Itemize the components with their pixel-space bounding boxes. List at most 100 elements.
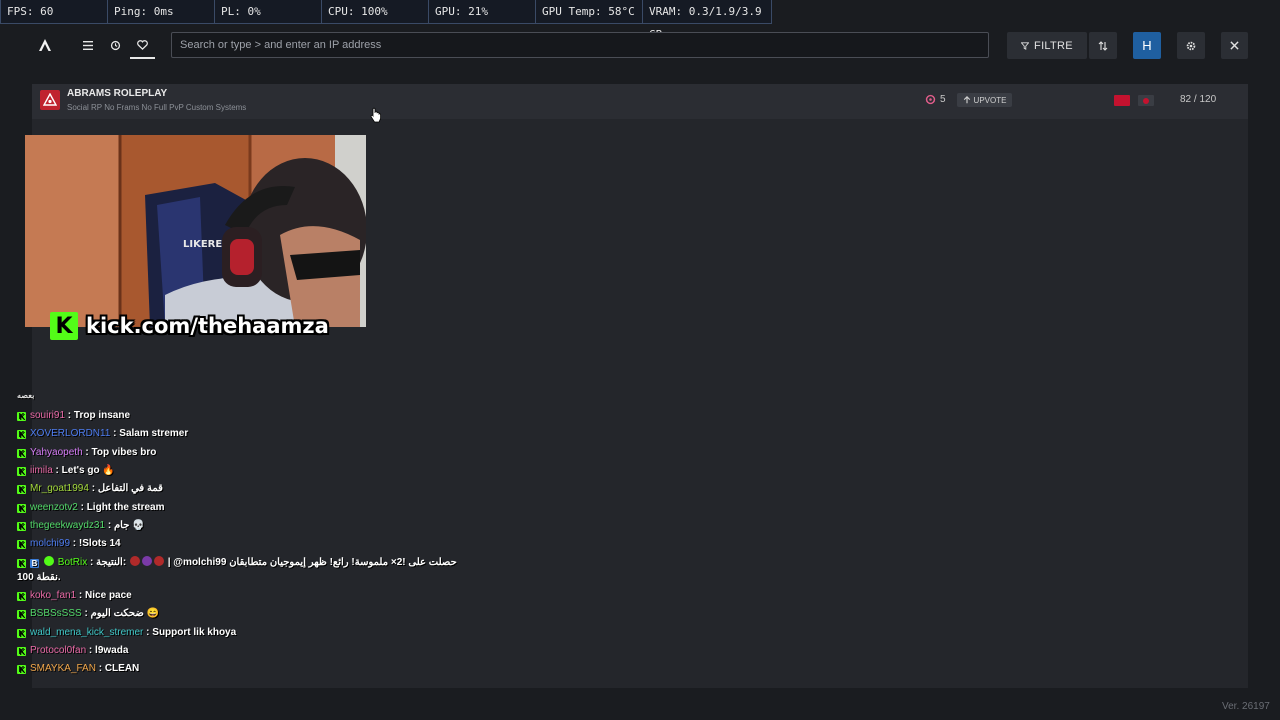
upvote-label: UPVOTE — [973, 95, 1007, 105]
cpu-readout: CPU: 100% — [322, 0, 429, 23]
chat-text: : !Slots 14 — [70, 538, 121, 549]
kick-badge-icon: K — [17, 629, 26, 638]
server-name: ABRAMS ROLEPLAY — [67, 88, 168, 99]
arrow-up-icon — [963, 96, 970, 104]
chat-text: : ضحكت اليوم 😄 — [81, 608, 160, 619]
kick-logo-icon: K — [50, 312, 78, 340]
stream-url-banner: K kick.com/thehaamza — [50, 308, 329, 344]
ping-readout: Ping: 0ms — [108, 0, 215, 23]
gpu-temp-readout: GPU Temp: 58°C — [536, 0, 643, 23]
chat-text: : Top vibes bro — [82, 447, 157, 458]
vram-readout: VRAM: 0.3/1.9/3.9 GB — [649, 5, 762, 41]
chat-message: Kmolchi99 : !Slots 14 — [17, 537, 121, 550]
mouse-cursor-icon — [370, 107, 382, 128]
vote-count-value: 5 — [940, 94, 946, 105]
chat-username: Yahyaopeth — [30, 447, 83, 458]
chat-text: : CLEAN — [95, 663, 140, 674]
kick-badge-icon: K — [17, 522, 26, 531]
sort-button[interactable] — [1089, 32, 1117, 59]
kick-badge-icon: K — [17, 449, 26, 458]
fps-readout: FPS: 60 — [1, 0, 108, 23]
chat-message: K BSBSsSSS : ضحكت اليوم 😄 — [17, 607, 159, 620]
chat-message: Ksouiri91 : Trop insane — [17, 409, 130, 422]
vote-count: 5 — [925, 94, 946, 105]
chat-message: Kiimila : Let's go 🔥 — [17, 464, 115, 477]
locale-flag-icon — [1138, 95, 1154, 106]
chat-text: : جام 💀 — [105, 520, 145, 531]
chat-text: : Nice pace — [76, 590, 132, 601]
emote-icon — [129, 556, 140, 566]
kick-badge-icon: K — [17, 610, 26, 619]
menu-icon[interactable] — [80, 37, 96, 53]
server-row[interactable] — [32, 84, 1248, 119]
server-logo-icon — [40, 90, 60, 110]
emote-icon — [153, 556, 164, 566]
favorites-icon[interactable] — [134, 37, 150, 53]
chat-message-bot: KB BotRix : النتيجة: | @molchi99 حصلت عل… — [17, 556, 457, 569]
user-avatar-button[interactable]: H — [1133, 32, 1161, 59]
chat-message: Kwald_mena_kick_stremer : Support lik kh… — [17, 626, 236, 639]
kick-badge-icon: K — [17, 592, 26, 601]
active-tab-indicator — [130, 57, 155, 59]
emote-icon — [141, 556, 152, 566]
packet-loss-readout: PL: 0% — [215, 0, 322, 23]
chat-text: : Light the stream — [77, 502, 165, 513]
bot-badge-icon: B — [30, 559, 39, 568]
close-button[interactable] — [1221, 32, 1248, 59]
chat-text: : Salam stremer — [110, 428, 189, 439]
server-description: Social RP No Frams No Full PvP Custom Sy… — [67, 103, 247, 112]
webcam-image: LIKEREGAL — [25, 135, 366, 327]
kick-badge-icon: K — [17, 504, 26, 513]
history-icon[interactable] — [107, 37, 123, 53]
close-icon — [1230, 41, 1239, 50]
kick-badge-icon: K — [17, 559, 26, 568]
chat-message-wrap: 100 نقطة. — [17, 572, 61, 583]
chat-text: : l9wada — [86, 645, 129, 656]
chat-username: thegeekwaydz31 — [30, 520, 106, 531]
gpu-readout: GPU: 21% — [429, 0, 536, 23]
kick-badge-icon: K — [17, 665, 26, 674]
settings-button[interactable] — [1177, 32, 1205, 59]
stream-url-text: kick.com/thehaamza — [86, 314, 329, 338]
chat-text: : Let's go 🔥 — [52, 465, 115, 476]
chat-username: iimila — [30, 465, 53, 476]
filter-button[interactable]: FILTRE — [1007, 32, 1087, 59]
flag-icon — [1114, 95, 1130, 106]
kick-badge-icon: K — [17, 647, 26, 656]
chat-text: : قمة في التفاعل — [88, 483, 163, 494]
chat-username: BSBSsSSS — [30, 608, 82, 619]
chat-text: : Support lik khoya — [143, 627, 237, 638]
chat-message: Kweenzotv2 : Light the stream — [17, 501, 165, 514]
chat-message: K Mr_goat1994 : قمة في التفاعل — [17, 482, 163, 495]
webcam-overlay: LIKEREGAL — [25, 135, 366, 327]
chat-message: Kkoko_fan1 : Nice pace — [17, 589, 132, 602]
chat-username: koko_fan1 — [30, 590, 77, 601]
chat-username: weenzotv2 — [30, 502, 78, 513]
chat-message: K XOVERLORDN11 : Salam stremer — [17, 427, 188, 440]
verified-icon — [44, 556, 54, 566]
chat-message: Kthegeekwaydz31 : جام 💀 — [17, 519, 145, 532]
filter-icon — [1021, 41, 1030, 50]
search-input[interactable]: Search or type > and enter an IP address — [171, 32, 989, 58]
app-logo-icon[interactable] — [36, 36, 54, 54]
kick-badge-icon: K — [17, 485, 26, 494]
chat-message: K Yahyaopeth : Top vibes bro — [17, 446, 156, 459]
chat-username: XOVERLORDN11 — [30, 428, 111, 439]
chat-username: BotRix — [57, 557, 88, 568]
chat-username: Protocol0fan — [30, 645, 87, 656]
performance-overlay: FPS: 60 Ping: 0ms PL: 0% CPU: 100% GPU: … — [0, 0, 772, 41]
filter-label: FILTRE — [1034, 39, 1073, 52]
chat-text: : Trop insane — [65, 410, 131, 421]
kick-badge-icon: K — [17, 467, 26, 476]
upvote-button[interactable]: UPVOTE — [957, 93, 1012, 107]
kick-badge-icon: K — [17, 540, 26, 549]
chat-username: molchi99 — [30, 538, 71, 549]
chat-message: K Protocol0fan : l9wada — [17, 644, 128, 657]
chat-partial-line: بعصه — [17, 391, 35, 400]
chat-text: : النتيجة: — [87, 557, 127, 568]
gear-icon — [1186, 41, 1196, 50]
chat-text-tail: | @molchi99 حصلت على !2× ملموسة! رائع! ظ… — [167, 557, 457, 568]
version-label: Ver. 26197 — [1222, 701, 1270, 712]
kick-badge-icon: K — [17, 412, 26, 421]
chat-username: SMAYKA_FAN — [30, 663, 96, 674]
